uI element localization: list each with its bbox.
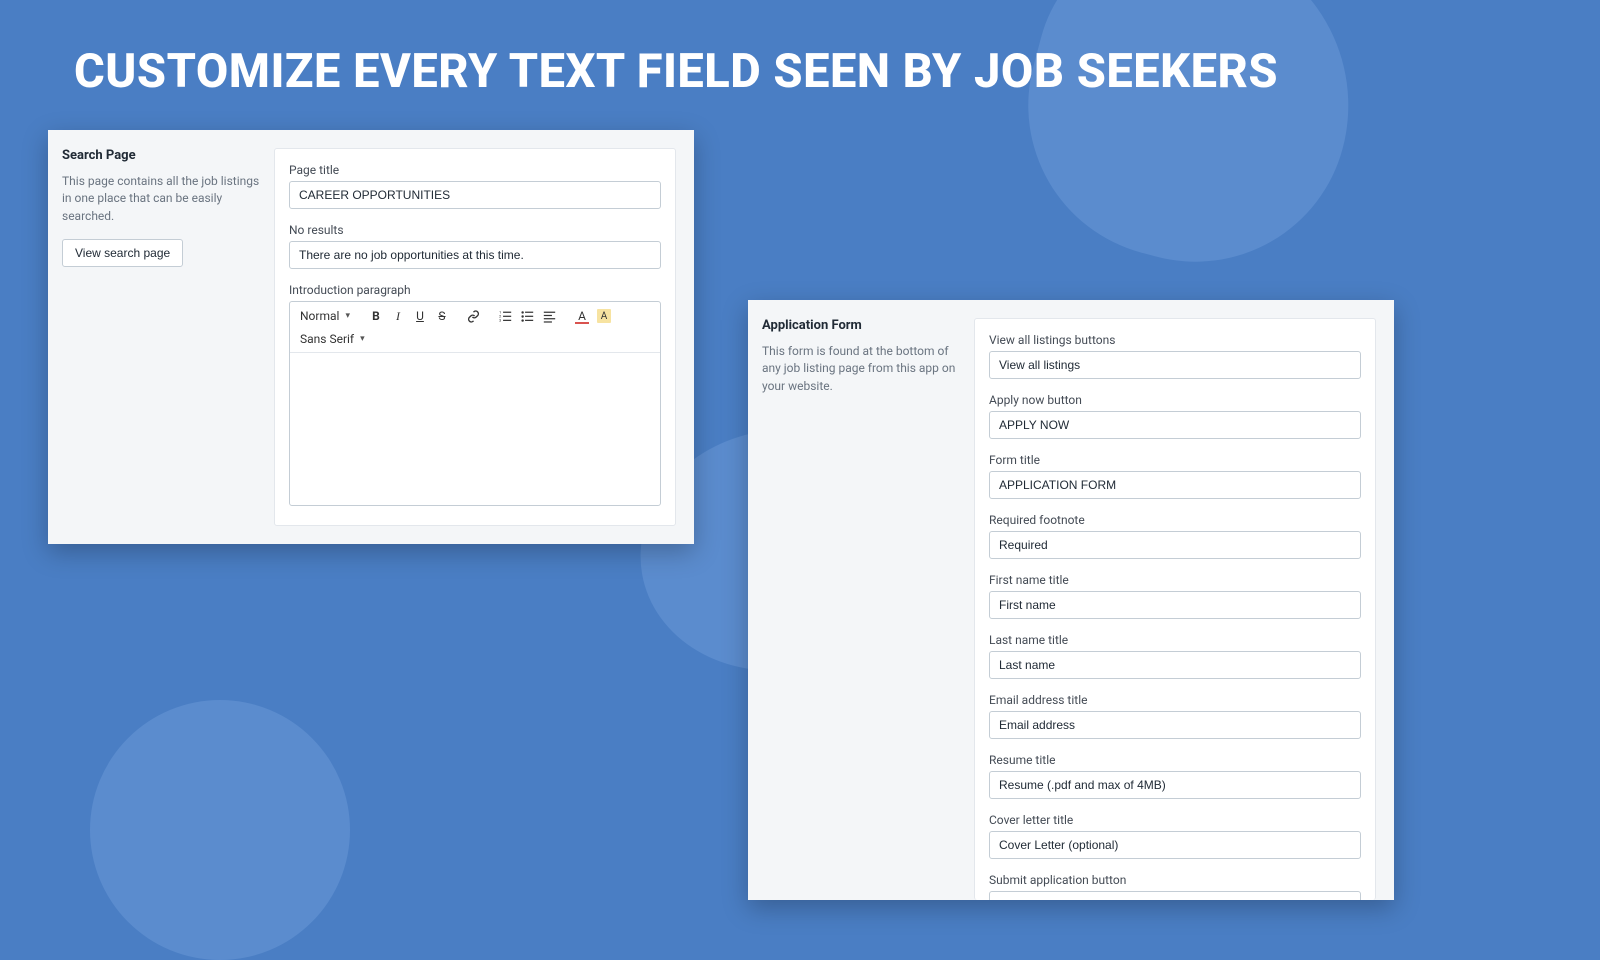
application-form-title: Application Form [762,318,960,333]
highlight-color-icon[interactable]: A [594,306,614,326]
bg-shape [90,700,350,960]
svg-text:3: 3 [499,317,502,322]
field-label: Email address title [989,693,1361,707]
rich-text-editor: Normal ▾ B I U S 123 [289,301,661,506]
chevron-down-icon: ▾ [360,334,365,344]
field-input[interactable] [989,771,1361,799]
field-label: Form title [989,453,1361,467]
field-label: View all listings buttons [989,333,1361,347]
bold-icon[interactable]: B [366,306,386,326]
align-icon[interactable] [540,306,560,326]
field-input[interactable] [989,831,1361,859]
page-headline: CUSTOMIZE EVERY TEXT FIELD SEEN BY JOB S… [74,44,1278,99]
unordered-list-icon[interactable] [518,306,538,326]
field-input[interactable] [989,411,1361,439]
field-input[interactable] [989,651,1361,679]
field-label: First name title [989,573,1361,587]
search-page-description: This page contains all the job listings … [62,173,260,225]
no-results-label: No results [289,223,661,237]
field-input[interactable] [989,531,1361,559]
link-icon[interactable] [464,306,484,326]
italic-icon[interactable]: I [388,306,408,326]
field-label: Submit application button [989,873,1361,887]
application-form-panel: Application Form This form is found at t… [748,300,1394,900]
field-label: Apply now button [989,393,1361,407]
field-label: Required footnote [989,513,1361,527]
field-label: Cover letter title [989,813,1361,827]
rte-toolbar: Normal ▾ B I U S 123 [290,302,660,353]
strikethrough-icon[interactable]: S [432,306,452,326]
field-input[interactable] [989,351,1361,379]
field-input[interactable] [989,891,1361,900]
field-input[interactable] [989,711,1361,739]
search-page-panel: Search Page This page contains all the j… [48,130,694,544]
font-color-icon[interactable]: A [572,306,592,326]
application-form-description: This form is found at the bottom of any … [762,343,960,395]
rte-textarea[interactable] [290,353,660,505]
view-search-page-button[interactable]: View search page [62,239,183,267]
field-label: Resume title [989,753,1361,767]
search-page-title: Search Page [62,148,260,163]
rte-font-label: Sans Serif [300,332,354,346]
no-results-input[interactable] [289,241,661,269]
ordered-list-icon[interactable]: 123 [496,306,516,326]
rte-font-select[interactable]: Sans Serif ▾ [296,330,369,348]
field-input[interactable] [989,471,1361,499]
rte-format-label: Normal [300,309,339,323]
field-input[interactable] [989,591,1361,619]
field-label: Last name title [989,633,1361,647]
intro-paragraph-label: Introduction paragraph [289,283,661,297]
rte-format-select[interactable]: Normal ▾ [296,307,354,325]
underline-icon[interactable]: U [410,306,430,326]
chevron-down-icon: ▾ [345,311,350,321]
page-title-label: Page title [289,163,661,177]
page-title-input[interactable] [289,181,661,209]
